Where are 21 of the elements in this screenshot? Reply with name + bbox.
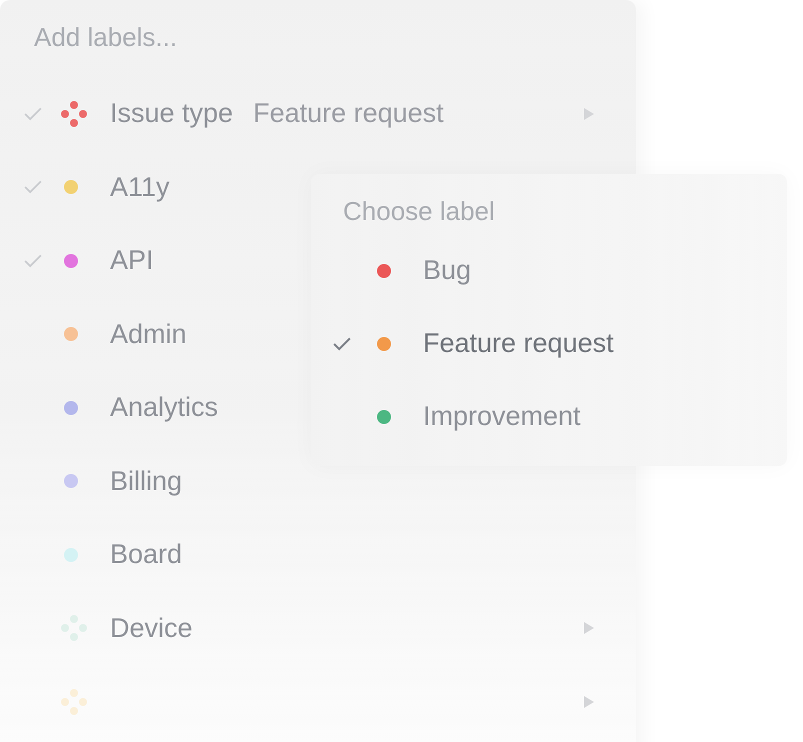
search-field[interactable]: Add labels...: [30, 14, 638, 60]
label-name[interactable]: Device: [110, 612, 193, 644]
submenu-option[interactable]: Improvement: [311, 380, 787, 453]
submenu-arrow-icon: [584, 622, 594, 634]
submenu-option[interactable]: Bug: [311, 234, 787, 307]
submenu-arrow-icon: [584, 696, 594, 708]
label-name[interactable]: Analytics: [110, 392, 218, 424]
submenu-option[interactable]: Feature request: [311, 307, 787, 380]
search-field[interactable]: Choose label: [339, 188, 787, 234]
check-icon: [24, 106, 42, 121]
check-icon: [333, 336, 351, 350]
check-icon: [24, 254, 42, 268]
label-name[interactable]: Issue type: [110, 98, 234, 130]
check-icon: [24, 180, 42, 194]
label-name[interactable]: API: [110, 245, 154, 276]
label-name[interactable]: A11y: [110, 172, 170, 203]
label-name[interactable]: Admin: [110, 318, 187, 350]
submenu-arrow-icon: [584, 108, 594, 120]
label-name[interactable]: Board: [110, 539, 182, 570]
label-name[interactable]: Billing: [110, 466, 182, 497]
selected-value: Feature request: [253, 98, 444, 130]
